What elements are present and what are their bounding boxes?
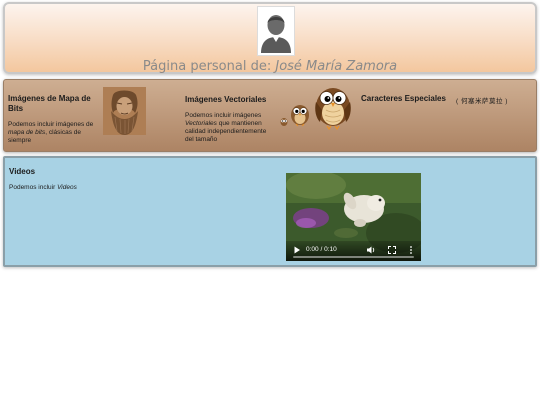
volume-icon[interactable] xyxy=(366,245,376,255)
play-icon[interactable] xyxy=(292,245,302,255)
bitmap-portrait-image xyxy=(103,87,146,135)
videos-section-description: Podemos incluir Videos xyxy=(9,184,77,191)
user-avatar-icon xyxy=(257,6,295,56)
video-controls: 0:00 / 0:10 xyxy=(286,241,421,261)
vector-emphasis: Vectoriales xyxy=(185,120,217,127)
owner-name: José María Zamora xyxy=(275,59,398,74)
special-chars-sample: ( 何塞米萨莫拉 ) xyxy=(456,98,508,105)
videos-emphasis: Videos xyxy=(57,184,77,191)
vector-section-title: Imágenes Vectoriales xyxy=(185,95,267,104)
page-header: Página personal de: José María Zamora xyxy=(3,2,537,74)
vector-owls-image xyxy=(278,84,358,131)
fullscreen-icon[interactable] xyxy=(387,245,397,255)
videos-section: Videos Podemos incluir Videos 0:00 / 0:1… xyxy=(3,156,537,267)
more-options-icon[interactable] xyxy=(406,245,416,255)
special-chars-section-title: Caracteres Especiales xyxy=(361,94,446,103)
bitmap-section-description: Podemos incluir imágenes de mapa de bits… xyxy=(8,121,94,144)
page-title-prefix: Página personal de: xyxy=(142,59,272,74)
vector-section-description: Podemos incluir imágenes Vectoriales que… xyxy=(185,112,267,143)
video-progress-bar[interactable] xyxy=(293,256,414,258)
page-title: Página personal de: José María Zamora xyxy=(5,59,535,74)
bitmap-section-title: Imágenes de Mapa de Bits xyxy=(8,94,91,113)
videos-section-title: Videos xyxy=(9,167,36,176)
video-player[interactable]: 0:00 / 0:10 xyxy=(286,173,421,261)
images-section: Imágenes de Mapa de Bits Podemos incluir… xyxy=(3,79,537,152)
bitmap-emphasis: mapa de bits xyxy=(8,129,46,136)
video-time: 0:00 / 0:10 xyxy=(306,246,337,253)
